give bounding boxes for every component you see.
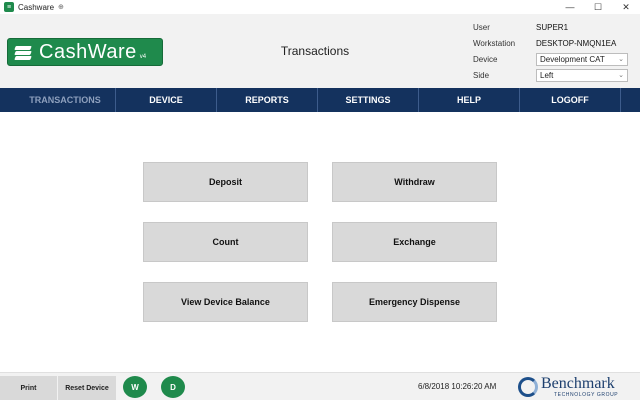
d-status-button[interactable]: D (161, 376, 185, 398)
withdraw-button[interactable]: Withdraw (332, 162, 497, 202)
w-status-button[interactable]: W (123, 376, 147, 398)
window-title: Cashware (18, 2, 55, 12)
count-button[interactable]: Count (143, 222, 308, 262)
user-value: SUPER1 (536, 22, 569, 32)
transactions-panel: Deposit Withdraw Count Exchange View Dev… (0, 112, 640, 372)
benchmark-globe-icon (518, 377, 538, 397)
device-select-value: Development CAT (540, 54, 605, 64)
window-controls: — ☐ ✕ (556, 0, 640, 14)
minimize-button[interactable]: — (556, 0, 584, 14)
cash-stack-icon (14, 44, 35, 60)
emergency-dispense-button[interactable]: Emergency Dispense (332, 282, 497, 322)
nav-help[interactable]: HELP (419, 88, 520, 112)
title-bar: ≡ Cashware ⊕ — ☐ ✕ (0, 0, 640, 14)
side-label: Side (473, 70, 490, 80)
view-device-balance-button[interactable]: View Device Balance (143, 282, 308, 322)
nav-transactions[interactable]: TRANSACTIONS (15, 88, 116, 112)
logo-version: v4 (139, 54, 147, 60)
brand-subtitle: TECHNOLOGY GROUP (554, 392, 619, 398)
cashware-logo: CashWare v4 (7, 38, 163, 66)
app-icon: ≡ (4, 2, 14, 12)
device-select[interactable]: Development CAT ⌄ (536, 52, 628, 66)
deposit-button[interactable]: Deposit (143, 162, 308, 202)
page-title: Transactions (280, 44, 350, 58)
chevron-down-icon: ⌄ (618, 56, 624, 63)
nav-logoff[interactable]: LOGOFF (520, 88, 621, 112)
nav-settings[interactable]: SETTINGS (318, 88, 419, 112)
nav-device[interactable]: DEVICE (116, 88, 217, 112)
side-row: Side Left ⌄ (473, 67, 633, 83)
close-button[interactable]: ✕ (612, 0, 640, 14)
reset-device-button[interactable]: Reset Device (58, 376, 116, 400)
workstation-label: Workstation (473, 38, 516, 48)
workstation-row: Workstation DESKTOP-NMQN1EA (473, 35, 633, 51)
device-label: Device (473, 54, 498, 64)
footer: Print Reset Device W D 6/8/2018 10:26:20… (0, 372, 640, 400)
benchmark-logo: Benchmark TECHNOLOGY GROUP (518, 375, 638, 401)
main-nav: TRANSACTIONS DEVICE REPORTS SETTINGS HEL… (0, 88, 640, 112)
brand-name: Benchmark (541, 375, 615, 392)
exchange-button[interactable]: Exchange (332, 222, 497, 262)
chevron-down-icon: ⌄ (618, 72, 624, 79)
side-select-value: Left (540, 70, 554, 80)
user-row: User SUPER1 (473, 19, 633, 35)
device-row: Device Development CAT ⌄ (473, 51, 633, 67)
maximize-button[interactable]: ☐ (584, 0, 612, 14)
nav-reports[interactable]: REPORTS (217, 88, 318, 112)
user-label: User (473, 22, 490, 32)
pin-icon[interactable]: ⊕ (58, 3, 64, 11)
side-select[interactable]: Left ⌄ (536, 68, 628, 82)
header: CashWare v4 Transactions User SUPER1 Wor… (0, 14, 640, 88)
workstation-value: DESKTOP-NMQN1EA (536, 38, 617, 48)
datetime: 6/8/2018 10:26:20 AM (418, 382, 497, 391)
logo-text: CashWare (39, 40, 137, 63)
print-button[interactable]: Print (0, 376, 57, 400)
